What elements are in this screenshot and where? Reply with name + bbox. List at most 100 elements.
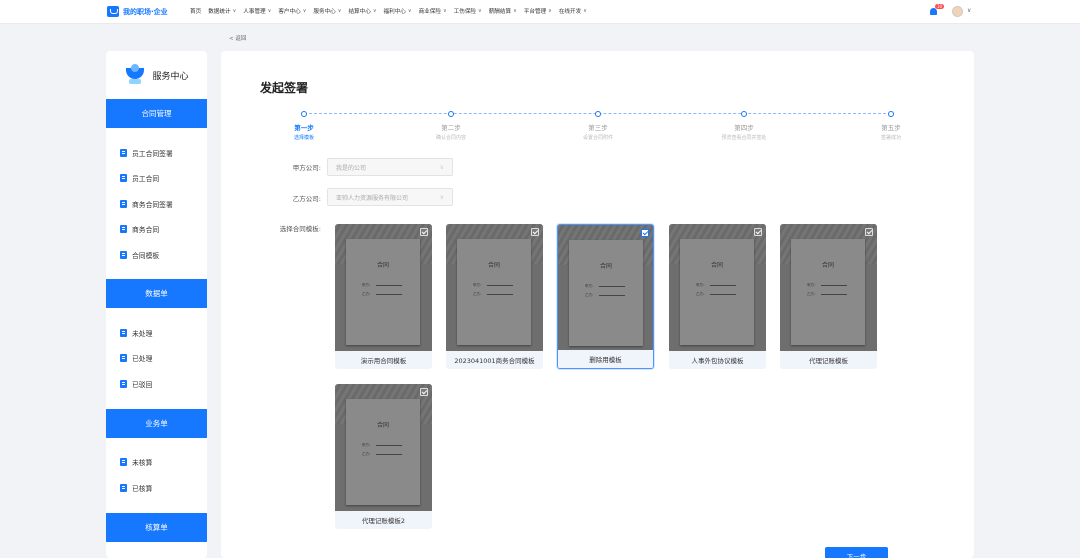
sidebar-item-label: 商务合同签署 bbox=[132, 201, 173, 209]
sidebar-item-label: 商务合同 bbox=[132, 226, 160, 234]
step-dot bbox=[741, 111, 747, 117]
chevron-down-icon: ∨ bbox=[372, 8, 377, 14]
sidebar-item-accounted[interactable]: 已核算 bbox=[120, 483, 152, 493]
checkbox-icon[interactable] bbox=[531, 228, 539, 236]
document-icon bbox=[120, 225, 127, 233]
party-a-select[interactable]: 我是的公司 ∨ bbox=[327, 158, 453, 176]
template-name: 2023041001商务合同模板 bbox=[446, 351, 543, 369]
nav-item-customer[interactable]: 客户中心 ∨ bbox=[278, 7, 306, 15]
sidebar-item-employee-contract-sign[interactable]: 员工合同签署 bbox=[120, 148, 173, 158]
template-preview: 合同 甲方： 乙方： bbox=[669, 224, 766, 351]
checkbox-icon[interactable] bbox=[865, 228, 873, 236]
preview-line: 甲方： bbox=[696, 283, 736, 288]
nav-item-label: 平台管理 bbox=[523, 9, 547, 15]
nav-item-settlement[interactable]: 结算中心 ∨ bbox=[348, 7, 376, 15]
sidebar-header: 服务中心 bbox=[106, 63, 207, 87]
sidebar-group-data-sheet[interactable]: 数据单 bbox=[106, 279, 207, 308]
sidebar-item-rejected[interactable]: 已驳回 bbox=[120, 379, 152, 389]
chevron-down-icon: ∨ bbox=[267, 8, 272, 14]
top-navbar: 我的职场·企业 首页 数据统计 ∨ 人事管理 ∨ 客户中心 ∨ 服务中心 ∨ 结算中心 ∨… bbox=[0, 0, 1080, 24]
chevron-down-icon[interactable]: ∨ bbox=[967, 7, 971, 14]
template-card[interactable]: 合同甲方： 乙方： 演示用合同模板 bbox=[335, 224, 432, 369]
preview-title: 合同 bbox=[376, 262, 389, 269]
preview-line: 乙方： bbox=[585, 293, 625, 298]
checkbox-icon[interactable] bbox=[420, 228, 428, 236]
nav-item-welfare[interactable]: 福利中心 ∨ bbox=[384, 7, 412, 15]
template-name: 演示用合同模板 bbox=[335, 351, 432, 369]
main-panel: 发起签署 第一步 选择模板 第二步 确认合同内容 第三步 设置合同附件 第四步 预览查看… bbox=[221, 51, 974, 558]
party-b-value: 亚帅人力资源服务有限公司 bbox=[336, 194, 409, 202]
file-icon bbox=[120, 484, 127, 492]
file-icon bbox=[120, 380, 127, 388]
sidebar-item-unaccounted[interactable]: 未核算 bbox=[120, 457, 152, 467]
document-icon bbox=[120, 200, 127, 208]
nav-item-data-stats[interactable]: 数据统计 ∨ bbox=[208, 7, 236, 15]
checkbox-icon[interactable] bbox=[420, 388, 428, 396]
sidebar: 服务中心 合同管理 员工合同签署 员工合同 商务合同签署 商务合同 合同模板 数… bbox=[106, 51, 207, 558]
chevron-down-icon: ∨ bbox=[302, 8, 307, 14]
party-b-select[interactable]: 亚帅人力资源服务有限公司 ∨ bbox=[327, 188, 453, 206]
chevron-down-icon: ∨ bbox=[513, 8, 517, 14]
template-preview: 合同 甲方： 乙方： bbox=[446, 224, 543, 351]
checkbox-icon[interactable] bbox=[754, 228, 762, 236]
nav-item-payroll[interactable]: 薪酬结算 ∨ bbox=[489, 7, 517, 15]
sidebar-item-business-contract[interactable]: 商务合同 bbox=[120, 224, 159, 234]
service-center-icon bbox=[124, 64, 148, 86]
nav-item-label: 在线开发 bbox=[558, 9, 582, 15]
nav-item-hr[interactable]: 人事管理 ∨ bbox=[243, 7, 271, 15]
nav-item-commercial-insurance[interactable]: 商业保险 ∨ bbox=[419, 7, 447, 15]
preview-title: 合同 bbox=[599, 263, 612, 270]
chevron-down-icon: ∨ bbox=[548, 8, 552, 14]
sidebar-group-business-sheet[interactable]: 业务单 bbox=[106, 409, 207, 438]
template-name: 代理记账模板2 bbox=[335, 511, 432, 529]
sidebar-item-processed[interactable]: 已处理 bbox=[120, 353, 152, 363]
document-icon bbox=[120, 174, 127, 182]
preview-line: 乙方： bbox=[696, 292, 736, 297]
template-card-selected[interactable]: 合同甲方： 乙方： 删除用模板 bbox=[557, 224, 654, 369]
next-step-button[interactable]: 下一步 bbox=[825, 547, 888, 558]
avatar[interactable] bbox=[952, 6, 963, 17]
preview-line: 乙方： bbox=[362, 292, 402, 297]
preview-line: 甲方： bbox=[585, 284, 625, 289]
template-card[interactable]: 合同 甲方： 乙方： 代理记账模板 bbox=[780, 224, 877, 369]
nav-item-label: 薪酬结算 bbox=[488, 9, 512, 15]
template-name: 删除用模板 bbox=[558, 350, 653, 368]
nav-item-label: 客户中心 bbox=[278, 9, 301, 15]
chevron-down-icon: ∨ bbox=[478, 8, 482, 14]
step-title: 第一步 bbox=[294, 124, 314, 132]
nav-item-injury-insurance[interactable]: 工伤保险 ∨ bbox=[454, 7, 482, 15]
preview-line: 甲方： bbox=[362, 283, 402, 288]
step-progress: 第一步 选择模板 第二步 确认合同内容 第三步 设置合同附件 第四步 预览查看合同并签处… bbox=[221, 111, 974, 151]
sidebar-item-unprocessed[interactable]: 未处理 bbox=[120, 328, 152, 338]
sidebar-item-label: 员工合同 bbox=[132, 175, 160, 183]
page-title: 发起签署 bbox=[260, 81, 309, 95]
template-card[interactable]: 合同 甲方： 乙方： 人事外包协议模板 bbox=[669, 224, 766, 369]
sidebar-item-contract-template[interactable]: 合同模板 bbox=[120, 250, 159, 260]
sidebar-group-accounting-sheet[interactable]: 核算单 bbox=[106, 513, 207, 542]
checkbox-checked-icon[interactable] bbox=[641, 229, 649, 237]
nav-item-home[interactable]: 首页 bbox=[190, 7, 201, 15]
step-desc: 选择模板 bbox=[293, 135, 314, 141]
nav-item-platform[interactable]: 平台管理 ∨ bbox=[524, 7, 552, 15]
nav-item-service[interactable]: 服务中心 ∨ bbox=[313, 7, 341, 15]
nav-item-online-dev[interactable]: 在线开发 ∨ bbox=[559, 7, 587, 15]
template-preview: 合同 甲方： 乙方： bbox=[335, 384, 432, 511]
sidebar-item-employee-contract[interactable]: 员工合同 bbox=[120, 173, 159, 183]
party-b-label: 乙方公司: bbox=[292, 195, 321, 203]
step-title: 第五步 bbox=[881, 124, 901, 132]
sidebar-item-business-contract-sign[interactable]: 商务合同签署 bbox=[120, 199, 173, 209]
preview-line: 甲方： bbox=[473, 283, 513, 288]
party-a-label: 甲方公司: bbox=[292, 164, 321, 172]
template-name: 代理记账模板 bbox=[780, 351, 877, 369]
back-link[interactable]: < 返回 bbox=[229, 34, 246, 42]
preview-title: 合同 bbox=[487, 262, 500, 269]
brand-logo[interactable]: 我的职场·企业 bbox=[107, 6, 168, 17]
step-2: 第二步 确认合同内容 bbox=[411, 111, 491, 141]
preview-line: 乙方： bbox=[807, 292, 847, 297]
template-card[interactable]: 合同 甲方： 乙方： 2023041001商务合同模板 bbox=[446, 224, 543, 369]
chevron-down-icon: ∨ bbox=[232, 8, 237, 14]
template-card[interactable]: 合同 甲方： 乙方： 代理记账模板2 bbox=[335, 384, 432, 529]
sidebar-group-contract[interactable]: 合同管理 bbox=[106, 99, 207, 128]
sidebar-item-label: 已处理 bbox=[132, 355, 153, 363]
nav-item-label: 商业保险 bbox=[418, 9, 441, 15]
